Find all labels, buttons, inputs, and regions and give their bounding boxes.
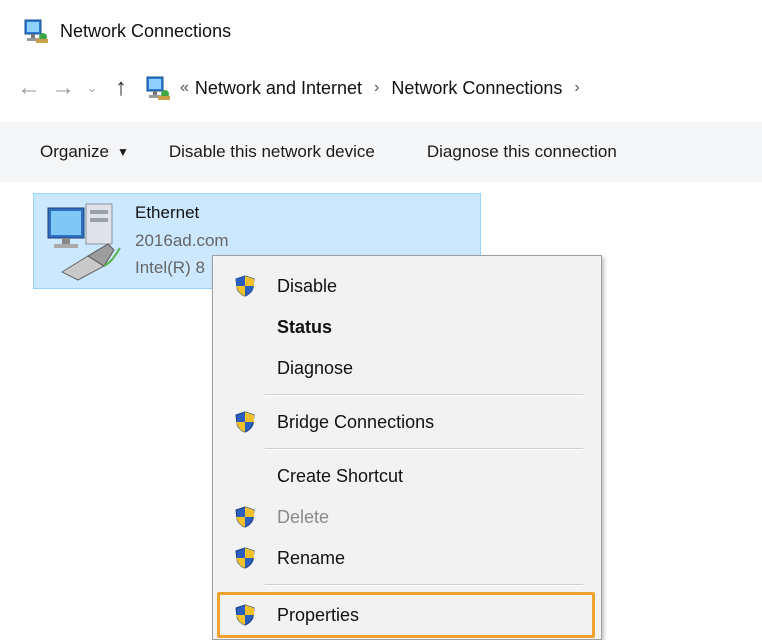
- chevron-down-icon[interactable]: ⌄: [80, 66, 104, 110]
- address-row: ← → ⌄ ↑ « Network and Internet › Network…: [0, 66, 762, 110]
- menu-separator: [265, 584, 583, 586]
- uac-shield-icon: [233, 410, 257, 434]
- breadcrumb-network-and-internet[interactable]: Network and Internet: [195, 78, 362, 99]
- menu-item-label: Status: [277, 316, 333, 337]
- connection-name: Ethernet: [135, 203, 200, 222]
- ethernet-adapter-icon: [42, 202, 124, 282]
- breadcrumb-overflow[interactable]: «: [180, 79, 189, 97]
- menu-item-properties[interactable]: Properties: [213, 595, 601, 635]
- menu-item-disable[interactable]: Disable: [213, 266, 601, 306]
- diagnose-connection-button[interactable]: Diagnose this connection: [427, 122, 617, 182]
- menu-item-bridge-connections[interactable]: Bridge Connections: [213, 402, 601, 442]
- disable-device-button[interactable]: Disable this network device: [169, 122, 375, 182]
- menu-item-diagnose[interactable]: Diagnose: [213, 348, 601, 388]
- menu-item-delete: Delete: [213, 497, 601, 537]
- uac-shield-icon: [233, 274, 257, 298]
- breadcrumb[interactable]: « Network and Internet › Network Connect…: [144, 74, 580, 102]
- chevron-right-icon[interactable]: ›: [574, 79, 579, 97]
- caret-down-icon: ▼: [116, 145, 129, 159]
- title-bar: Network Connections: [0, 0, 762, 62]
- organize-label: Organize: [40, 142, 109, 161]
- menu-item-status[interactable]: Status: [213, 307, 601, 347]
- menu-item-label: Delete: [277, 506, 330, 527]
- menu-item-label: Rename: [277, 547, 346, 568]
- window-title: Network Connections: [60, 20, 232, 41]
- chevron-right-icon[interactable]: ›: [374, 79, 379, 97]
- command-bar: Organize ▼ Disable this network device D…: [0, 122, 762, 182]
- menu-item-label: Disable: [277, 275, 338, 296]
- uac-shield-icon: [233, 505, 257, 529]
- uac-shield-icon: [233, 546, 257, 570]
- menu-item-label: Diagnose: [277, 357, 354, 378]
- menu-item-create-shortcut[interactable]: Create Shortcut: [213, 456, 601, 496]
- context-menu: Disable Status Diagnose Bridge Connectio…: [212, 255, 602, 640]
- arrow-left-icon[interactable]: ←: [12, 66, 46, 110]
- arrow-right-icon[interactable]: →: [46, 66, 80, 110]
- network-connections-icon: [22, 17, 50, 45]
- menu-item-label: Properties: [277, 604, 360, 625]
- menu-separator: [265, 394, 583, 396]
- connection-domain: 2016ad.com: [135, 231, 229, 250]
- menu-item-label: Bridge Connections: [277, 411, 435, 432]
- menu-item-label: Create Shortcut: [277, 465, 404, 486]
- breadcrumb-network-connections[interactable]: Network Connections: [391, 78, 562, 99]
- uac-shield-icon: [233, 603, 257, 627]
- connection-adapter: Intel(R) 8: [135, 258, 205, 277]
- menu-separator: [265, 448, 583, 450]
- network-connections-icon: [144, 74, 172, 102]
- organize-button[interactable]: Organize ▼: [40, 122, 129, 182]
- arrow-up-icon[interactable]: ↑: [104, 66, 138, 110]
- menu-item-rename[interactable]: Rename: [213, 538, 601, 578]
